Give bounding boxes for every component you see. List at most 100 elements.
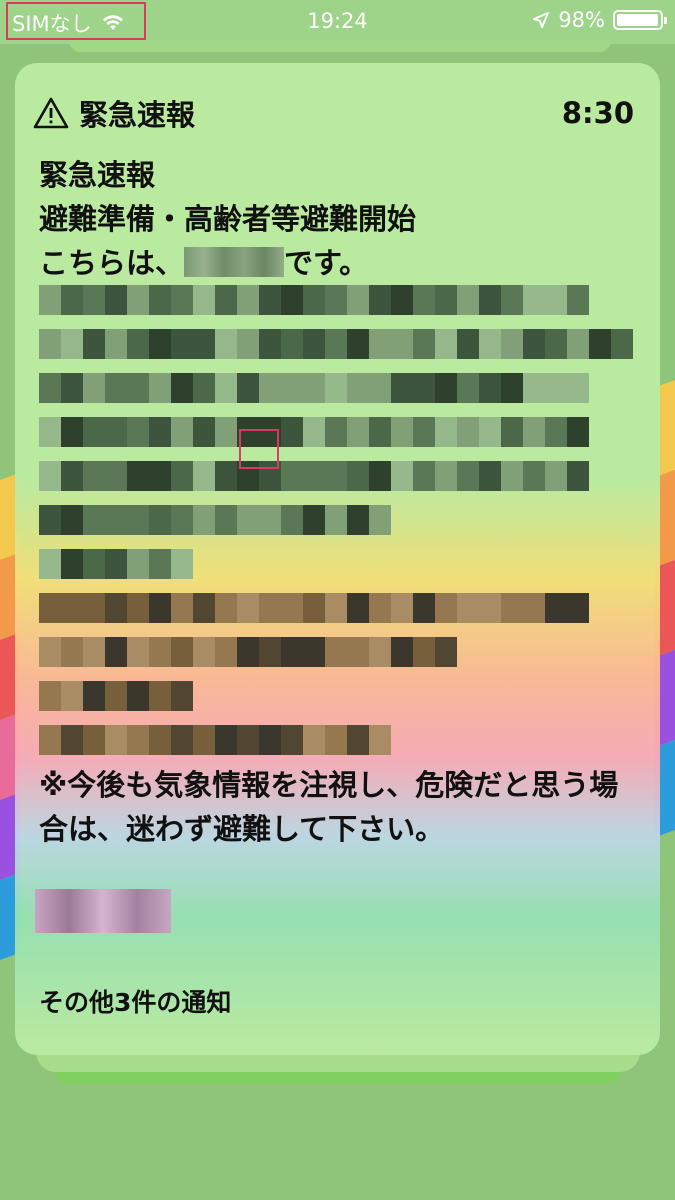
redacted-pixel xyxy=(369,725,391,755)
redacted-pixel xyxy=(457,373,479,403)
redacted-pixel xyxy=(215,725,237,755)
redacted-pixel xyxy=(281,417,303,447)
redacted-pixel xyxy=(523,593,545,623)
redacted-pixel xyxy=(457,285,479,315)
redacted-pixel xyxy=(215,461,237,491)
battery-percent: 98% xyxy=(558,8,605,32)
redacted-pixel xyxy=(347,637,369,667)
redacted-pixel xyxy=(545,461,567,491)
redacted-pixel xyxy=(413,461,435,491)
redacted-pixel xyxy=(171,417,193,447)
redacted-pixel xyxy=(281,373,303,403)
redacted-pixel xyxy=(523,285,545,315)
redacted-pixel xyxy=(545,373,567,403)
redacted-pixel xyxy=(237,593,259,623)
redacted-pixel xyxy=(479,417,501,447)
redacted-line xyxy=(39,285,589,315)
redacted-pixel xyxy=(193,505,215,535)
redacted-pixel xyxy=(149,285,171,315)
redacted-pixel xyxy=(413,637,435,667)
redacted-pixel xyxy=(567,461,589,491)
redacted-pixel xyxy=(105,681,127,711)
redacted-pixel xyxy=(325,505,347,535)
redacted-pixel xyxy=(435,593,457,623)
redacted-pixel xyxy=(215,285,237,315)
redacted-pixel xyxy=(435,373,457,403)
redacted-line xyxy=(39,461,589,491)
redacted-pixel xyxy=(39,549,61,579)
redacted-pixel xyxy=(105,373,127,403)
redacted-pixel xyxy=(259,637,281,667)
redacted-pixel xyxy=(281,461,303,491)
redacted-pixel xyxy=(413,593,435,623)
redacted-pixel xyxy=(567,417,589,447)
redacted-pixel xyxy=(149,637,171,667)
notification-app-name: 緊急速報 xyxy=(79,98,196,132)
more-notifications-label[interactable]: その他3件の通知 xyxy=(39,983,231,1019)
redacted-pixel xyxy=(435,285,457,315)
redacted-line xyxy=(39,329,633,359)
redacted-pixel xyxy=(369,373,391,403)
redacted-pixel xyxy=(435,637,457,667)
redacted-pixel xyxy=(325,593,347,623)
redacted-pixel xyxy=(501,417,523,447)
redacted-pixel xyxy=(127,725,149,755)
highlight-box-body xyxy=(239,429,279,469)
redacted-pixel xyxy=(391,593,413,623)
redacted-pixel xyxy=(347,593,369,623)
redacted-pixel xyxy=(369,593,391,623)
redacted-pixel xyxy=(457,417,479,447)
redacted-pixel xyxy=(347,725,369,755)
redacted-pixel xyxy=(369,461,391,491)
redacted-pixel xyxy=(83,549,105,579)
redacted-pixel xyxy=(83,637,105,667)
redacted-pixel xyxy=(545,417,567,447)
redacted-pixel xyxy=(149,373,171,403)
redacted-pixel xyxy=(127,329,149,359)
redacted-pixel xyxy=(83,681,105,711)
redacted-pixel xyxy=(171,593,193,623)
redacted-pixel xyxy=(369,285,391,315)
redacted-pixel xyxy=(589,329,611,359)
redacted-pixel xyxy=(237,637,259,667)
redacted-pixel xyxy=(281,725,303,755)
redacted-pixel xyxy=(105,417,127,447)
redacted-pixel xyxy=(215,637,237,667)
redacted-pixel xyxy=(501,461,523,491)
redacted-pixel xyxy=(259,505,281,535)
redacted-pixel xyxy=(259,373,281,403)
redacted-pixel xyxy=(347,285,369,315)
redacted-pixel xyxy=(105,593,127,623)
redacted-pixel xyxy=(545,593,567,623)
redacted-pixel xyxy=(479,461,501,491)
warning-icon xyxy=(33,97,69,129)
redacted-pixel xyxy=(457,329,479,359)
redacted-pixel xyxy=(61,505,83,535)
redacted-pixel xyxy=(281,637,303,667)
redacted-pixel xyxy=(171,549,193,579)
redacted-line xyxy=(39,681,193,711)
redacted-pixel xyxy=(171,505,193,535)
redacted-pixel xyxy=(457,593,479,623)
redacted-pixel xyxy=(193,461,215,491)
redacted-pixel xyxy=(39,593,61,623)
redacted-pixel xyxy=(347,461,369,491)
redacted-pixel xyxy=(545,329,567,359)
redacted-pixel xyxy=(413,417,435,447)
redacted-pixel xyxy=(413,329,435,359)
redacted-pixel xyxy=(567,329,589,359)
redacted-pixel xyxy=(303,461,325,491)
redacted-pixel xyxy=(83,593,105,623)
redacted-pixel xyxy=(391,285,413,315)
redacted-pixel xyxy=(391,417,413,447)
redacted-pixel xyxy=(105,505,127,535)
notification-card[interactable]: 緊急速報 8:30 緊急速報 避難準備・高齢者等避難開始 こちらは、 です。 ※今… xyxy=(15,63,660,1055)
redacted-pixel xyxy=(347,373,369,403)
redacted-pixel xyxy=(435,461,457,491)
redacted-pixel xyxy=(303,373,325,403)
redacted-pixel xyxy=(83,505,105,535)
redacted-pixel xyxy=(105,329,127,359)
redacted-pixel xyxy=(83,373,105,403)
redacted-pixel xyxy=(303,285,325,315)
redacted-pixel xyxy=(435,329,457,359)
